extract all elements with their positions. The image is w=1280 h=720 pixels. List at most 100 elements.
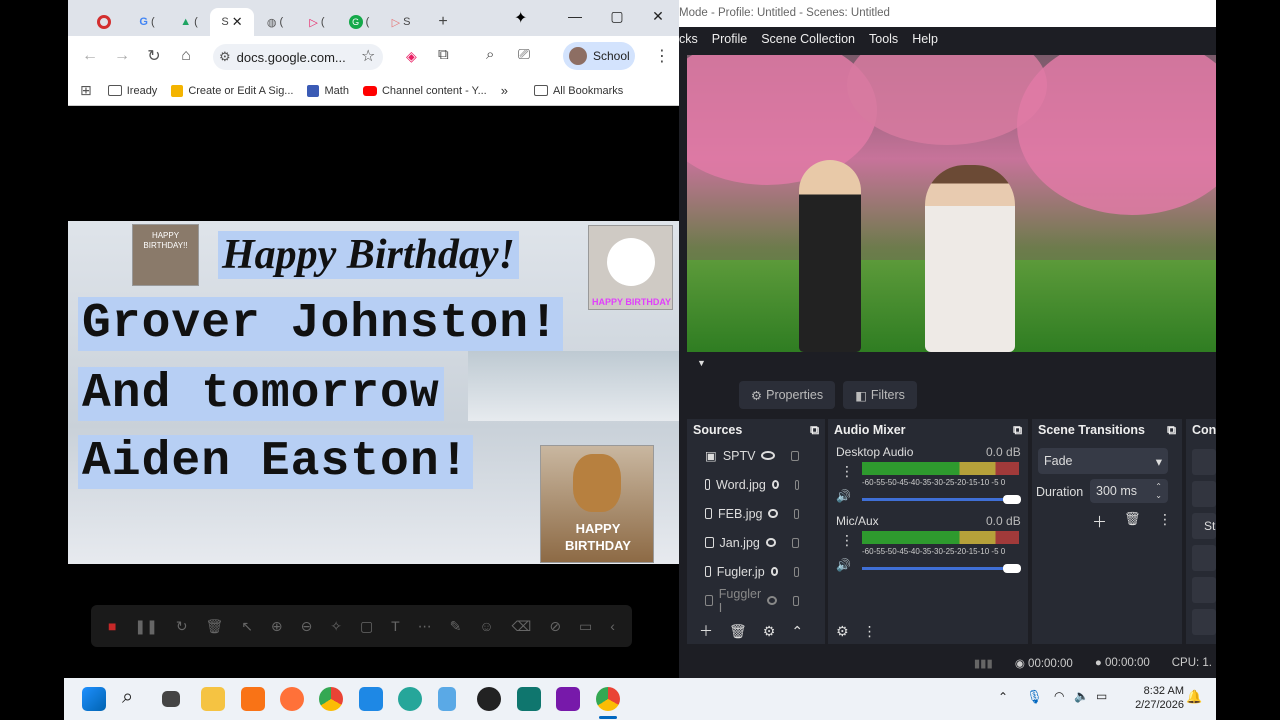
browser-tab[interactable] bbox=[84, 8, 126, 36]
visibility-icon[interactable] bbox=[770, 567, 779, 576]
move-up-icon[interactable]: ⌃ bbox=[791, 623, 803, 640]
source-item[interactable]: Fugler.jp bbox=[687, 557, 825, 586]
source-item[interactable]: FEB.jpg bbox=[687, 499, 825, 528]
transition-select[interactable]: Fade ▾ bbox=[1038, 448, 1168, 474]
hide-icon[interactable]: ⊘ bbox=[549, 618, 561, 635]
source-item[interactable]: ▣ SPTV bbox=[687, 441, 825, 470]
lock-icon[interactable] bbox=[792, 537, 799, 548]
more-menu-icon[interactable]: ⋮ bbox=[654, 46, 670, 66]
mixer-menu-icon[interactable]: ⋮ bbox=[863, 623, 877, 640]
gemini-icon[interactable]: ✦ bbox=[514, 8, 527, 28]
chevron-up-icon[interactable]: ⌃ bbox=[998, 690, 1008, 704]
cloud-icon[interactable] bbox=[398, 687, 422, 711]
stop-icon[interactable]: ■ bbox=[108, 618, 116, 634]
obs-icon[interactable] bbox=[477, 687, 501, 711]
speaker-icon[interactable]: 🔊 bbox=[836, 558, 851, 572]
remove-source-icon[interactable]: 🗑 bbox=[729, 623, 747, 640]
app-icon[interactable] bbox=[517, 687, 541, 711]
forward-icon[interactable]: → bbox=[106, 40, 138, 72]
apps-grid-icon[interactable]: ⊞ bbox=[80, 82, 92, 99]
bookmark-item[interactable]: Iready bbox=[107, 85, 157, 97]
controls-button[interactable]: St bbox=[1192, 513, 1216, 539]
bookmark-star-icon[interactable]: ☆ bbox=[361, 46, 375, 66]
browser-tab[interactable]: G( bbox=[126, 8, 168, 36]
menu-tools[interactable]: Tools bbox=[869, 32, 898, 46]
pen-icon[interactable]: ✎ bbox=[450, 618, 462, 635]
snipping-tool-icon[interactable] bbox=[438, 687, 456, 711]
cursor-icon[interactable]: ↖ bbox=[241, 618, 253, 635]
file-explorer-icon[interactable] bbox=[201, 687, 225, 711]
collapse-icon[interactable]: ‹ bbox=[610, 618, 615, 634]
transition-menu-icon[interactable]: ⋮ bbox=[1158, 511, 1172, 528]
restart-icon[interactable]: ↻ bbox=[176, 618, 188, 635]
grid-icon[interactable]: ⋯ bbox=[418, 618, 432, 635]
search-tab-icon[interactable]: ⌕ bbox=[486, 46, 494, 63]
mixer-settings-icon[interactable]: ⚙ bbox=[836, 623, 849, 640]
volume-slider[interactable] bbox=[862, 498, 1012, 501]
filters-button[interactable]: ◧ Filters bbox=[843, 381, 917, 409]
undock-icon[interactable]: ⧉ bbox=[1167, 423, 1176, 438]
wifi-icon[interactable]: ◠ bbox=[1054, 689, 1064, 703]
browser-tab[interactable]: G( bbox=[338, 8, 380, 36]
chrome-icon[interactable] bbox=[319, 687, 343, 711]
camera-icon[interactable]: ▭ bbox=[579, 618, 592, 635]
emoji-icon[interactable]: ☺ bbox=[479, 618, 493, 634]
bookmark-item[interactable]: Math bbox=[307, 84, 349, 97]
lock-icon[interactable] bbox=[794, 566, 799, 577]
lock-icon[interactable] bbox=[794, 479, 799, 490]
task-view-icon[interactable] bbox=[162, 691, 180, 707]
extensions-puzzle-icon[interactable]: ⧉ bbox=[438, 46, 449, 63]
browser-tab[interactable]: ▷ S bbox=[380, 8, 422, 36]
volume-slider[interactable] bbox=[862, 567, 1012, 570]
back-icon[interactable]: ← bbox=[74, 40, 106, 72]
visibility-icon[interactable] bbox=[765, 538, 777, 547]
properties-button[interactable]: ⚙ Properties bbox=[739, 381, 835, 409]
reload-icon[interactable]: ↻ bbox=[138, 40, 170, 72]
eraser-icon[interactable]: ⌫ bbox=[512, 618, 532, 635]
channel-menu-icon[interactable]: ⋮ bbox=[840, 532, 854, 549]
obs-preview[interactable] bbox=[687, 55, 1216, 352]
source-item[interactable]: Fuggler I bbox=[687, 586, 825, 615]
visibility-icon[interactable] bbox=[771, 480, 779, 489]
spotlight-icon[interactable]: ✧ bbox=[330, 618, 342, 635]
source-item[interactable]: Word.jpg bbox=[687, 470, 825, 499]
visibility-icon[interactable] bbox=[761, 451, 775, 460]
remove-transition-icon[interactable]: 🗑 bbox=[1124, 511, 1141, 527]
battery-icon[interactable]: ▭ bbox=[1096, 689, 1107, 703]
lock-icon[interactable] bbox=[792, 595, 799, 606]
stepper-icon[interactable]: ⌃ ⌄ bbox=[1155, 482, 1162, 500]
menu-scene-collection[interactable]: Scene Collection bbox=[761, 32, 855, 46]
source-settings-icon[interactable]: ⚙ bbox=[763, 623, 776, 640]
add-source-icon[interactable]: ＋ bbox=[699, 621, 713, 641]
more-bookmarks-button[interactable]: » bbox=[501, 83, 508, 98]
volume-icon[interactable]: 🔈 bbox=[1074, 689, 1089, 703]
onenote-icon[interactable] bbox=[556, 687, 580, 711]
home-icon[interactable]: ⌂ bbox=[170, 40, 202, 72]
menu-docks[interactable]: cks bbox=[679, 32, 698, 46]
collapse-arrow-icon[interactable]: ▼ bbox=[697, 358, 706, 368]
zoom-out-icon[interactable]: ⊖ bbox=[301, 618, 313, 635]
close-tab-icon[interactable]: ✕ bbox=[232, 14, 243, 30]
lock-icon[interactable] bbox=[793, 508, 800, 519]
profile-button[interactable]: School bbox=[563, 42, 635, 70]
source-item[interactable]: Jan.jpg bbox=[687, 528, 825, 557]
app-icon[interactable] bbox=[359, 687, 383, 711]
app-icon[interactable] bbox=[241, 687, 265, 711]
undock-icon[interactable]: ⧉ bbox=[1013, 423, 1022, 438]
address-bar[interactable]: ⚙ docs.google.com... bbox=[213, 44, 383, 70]
microphone-icon[interactable]: 🎙 bbox=[1026, 689, 1043, 705]
undock-icon[interactable]: ⧉ bbox=[810, 423, 819, 438]
bookmark-item[interactable]: Create or Edit A Sig... bbox=[171, 84, 293, 97]
site-info-icon[interactable]: ⚙ bbox=[219, 49, 231, 65]
windows-start-icon[interactable] bbox=[82, 687, 106, 711]
clock-time[interactable]: 8:32 AM bbox=[1124, 685, 1184, 697]
add-transition-icon[interactable]: ＋ bbox=[1092, 511, 1107, 532]
browser-tab[interactable]: ▷( bbox=[296, 8, 338, 36]
hidden-icon[interactable] bbox=[767, 596, 777, 605]
all-bookmarks-item[interactable]: All Bookmarks bbox=[533, 85, 623, 97]
minimize-button[interactable]: — bbox=[560, 8, 590, 28]
cast-icon[interactable]: ⎚ bbox=[518, 46, 530, 63]
lock-icon[interactable] bbox=[790, 450, 799, 461]
pause-icon[interactable]: ❚❚ bbox=[134, 618, 157, 635]
notification-icon[interactable]: 🔔 bbox=[1186, 689, 1202, 705]
